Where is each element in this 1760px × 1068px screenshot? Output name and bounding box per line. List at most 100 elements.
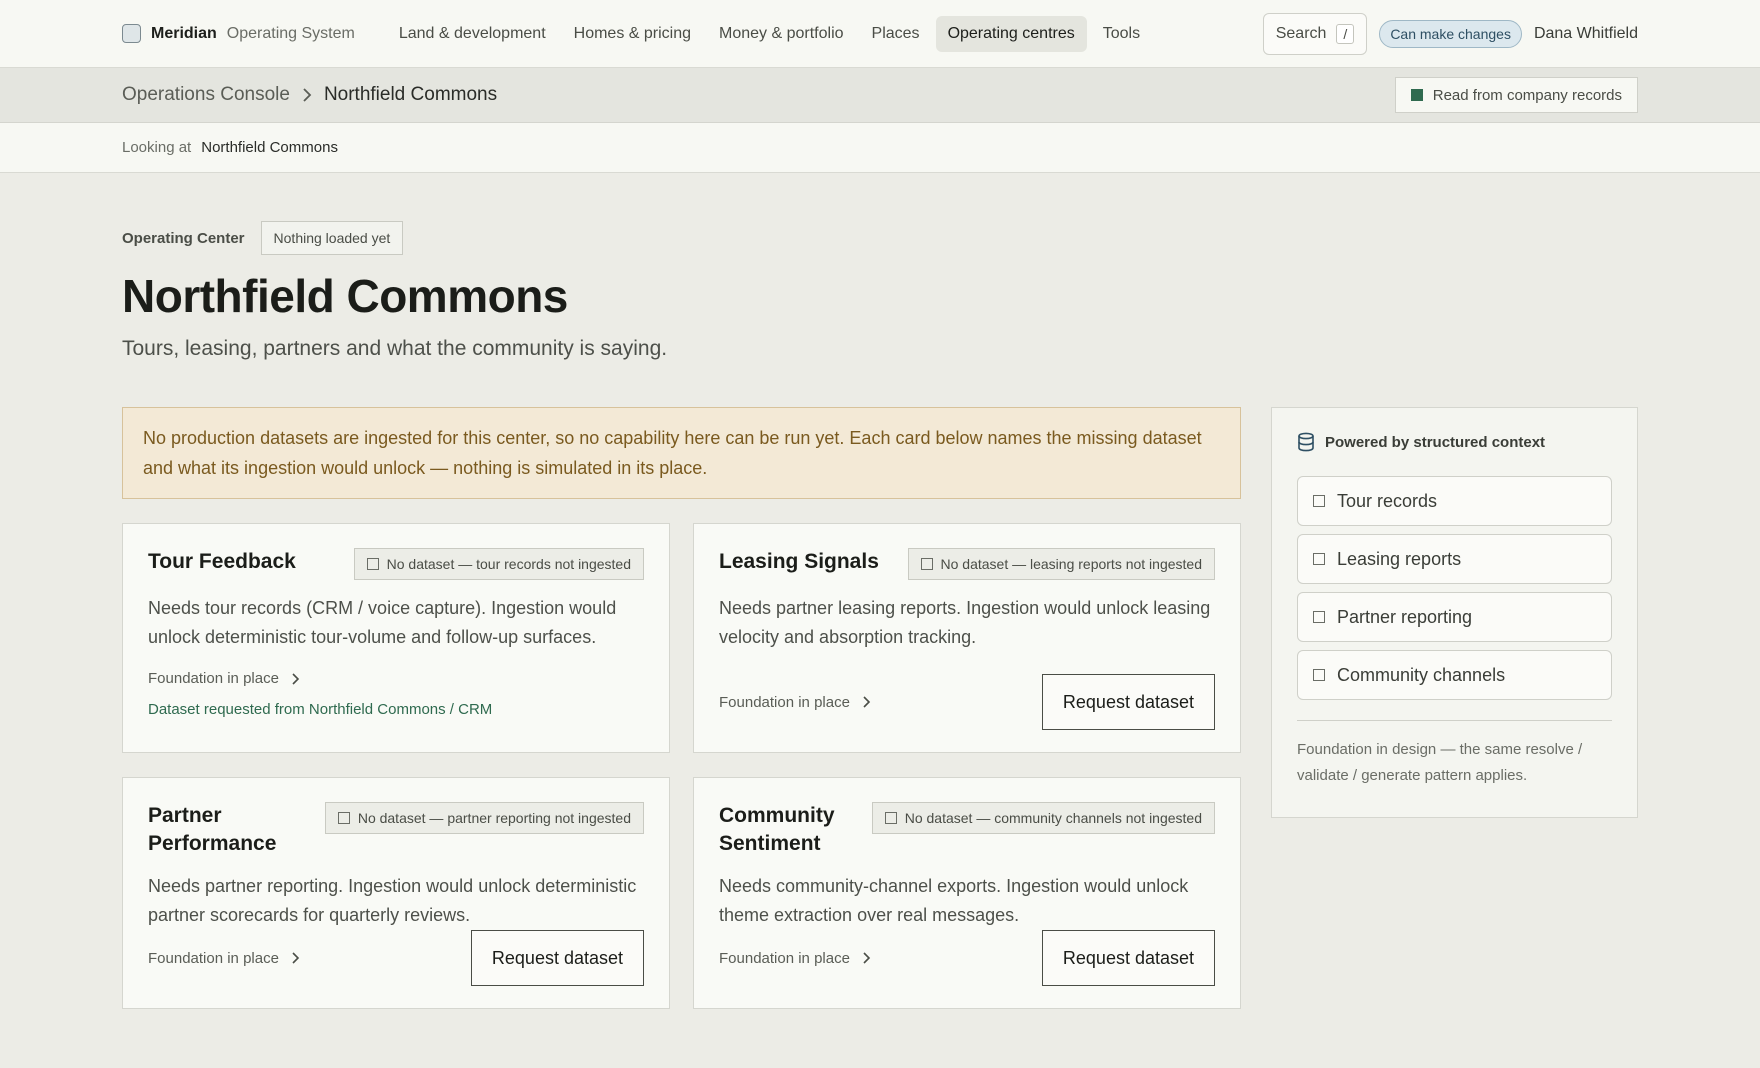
checkbox-icon	[1313, 495, 1325, 507]
checkbox-icon	[1313, 553, 1325, 565]
dataset-requested-note: Dataset requested from Northfield Common…	[148, 701, 493, 718]
top-right-controls: Search / Can make changes Dana Whitfield	[1262, 12, 1638, 55]
main-nav: Land & development Homes & pricing Money…	[387, 15, 1152, 52]
foundation-link[interactable]: Foundation in place	[148, 670, 644, 687]
dataset-status-chip: No dataset — partner reporting not inges…	[324, 802, 644, 834]
dataset-status-chip: No dataset — leasing reports not ingeste…	[907, 548, 1215, 580]
panel-header: Powered by structured context	[1297, 432, 1612, 452]
brand[interactable]: Meridian Operating System	[122, 24, 355, 43]
checkbox-icon	[366, 558, 379, 570]
breadcrumb-current: Northfield Commons	[323, 84, 498, 105]
dataset-status-label: No dataset — partner reporting not inges…	[357, 810, 631, 826]
context-source-label: Tour records	[1337, 490, 1438, 511]
foundation-link[interactable]: Foundation in place	[719, 950, 871, 967]
card-description: Needs tour records (CRM / voice capture)…	[148, 598, 617, 647]
checkbox-icon	[920, 558, 933, 570]
request-dataset-button[interactable]: Request dataset	[1041, 674, 1215, 730]
load-status-chip: Nothing loaded yet	[260, 221, 404, 255]
card-title: Community Sentiment	[719, 804, 835, 855]
search-label: Search	[1275, 24, 1327, 42]
chevron-right-icon	[863, 952, 871, 964]
card-footer: Foundation in place Request dataset	[719, 674, 1215, 730]
user-menu[interactable]: Dana Whitfield	[1534, 25, 1638, 43]
dataset-status-label: No dataset — leasing reports not ingeste…	[940, 556, 1203, 572]
card-title: Tour Feedback	[148, 550, 296, 573]
checkbox-icon	[1313, 669, 1325, 681]
card-leasing-signals: Leasing Signals No dataset — leasing rep…	[693, 523, 1241, 753]
nav-item-land[interactable]: Land & development	[387, 16, 558, 52]
card-header: Community Sentiment No dataset — communi…	[719, 802, 1215, 858]
no-data-notice: No production datasets are ingested for …	[122, 407, 1241, 499]
context-bar: Looking at Northfield Commons	[0, 123, 1760, 173]
chevron-right-icon	[863, 696, 871, 708]
page-subtitle: Tours, leasing, partners and what the co…	[122, 337, 668, 360]
checkbox-icon	[884, 812, 897, 824]
source-indicator: Read from company records	[1394, 77, 1638, 113]
brand-subtitle: Operating System	[226, 24, 355, 42]
context-label: Looking at	[122, 139, 192, 156]
content-layout: No production datasets are ingested for …	[122, 407, 1638, 1009]
database-icon	[1298, 432, 1314, 452]
card-header: Partner Performance No dataset — partner…	[148, 802, 644, 858]
dataset-status-label: No dataset — community channels not inge…	[904, 810, 1202, 826]
card-description: Needs partner reporting. Ingestion would…	[148, 876, 637, 925]
card-partner-performance: Partner Performance No dataset — partner…	[122, 777, 670, 1009]
dataset-status-chip: No dataset — community channels not inge…	[871, 802, 1215, 834]
nav-item-money[interactable]: Money & portfolio	[707, 16, 856, 52]
checkbox-icon	[337, 812, 350, 824]
page-title: Northfield Commons	[122, 270, 568, 322]
foundation-label: Foundation in place	[719, 949, 850, 967]
breadcrumb: Operations Console Northfield Commons Re…	[0, 68, 1760, 123]
context-source-tour-records[interactable]: Tour records	[1297, 476, 1612, 526]
foundation-label: Foundation in place	[719, 693, 850, 711]
card-tour-feedback: Tour Feedback No dataset — tour records …	[122, 523, 670, 753]
chevron-right-icon	[292, 672, 300, 685]
nav-item-operating-centres[interactable]: Operating centres	[935, 15, 1087, 52]
context-source-leasing-reports[interactable]: Leasing reports	[1297, 534, 1612, 584]
foundation-link[interactable]: Foundation in place	[148, 950, 300, 967]
dataset-status-chip: No dataset — tour records not ingested	[353, 548, 644, 580]
main-content: Operating Center Nothing loaded yet Nort…	[0, 221, 1760, 1009]
context-value: Northfield Commons	[201, 139, 338, 156]
context-source-label: Partner reporting	[1337, 606, 1473, 627]
request-dataset-button[interactable]: Request dataset	[470, 930, 644, 986]
top-nav: Meridian Operating System Land & develop…	[0, 0, 1760, 68]
context-source-community-channels[interactable]: Community channels	[1297, 650, 1612, 700]
card-title: Leasing Signals	[719, 550, 879, 573]
source-label: Read from company records	[1432, 86, 1622, 104]
structured-context-panel: Powered by structured context Tour recor…	[1271, 407, 1638, 818]
search-button[interactable]: Search /	[1262, 12, 1368, 55]
context-source-list: Tour records Leasing reports Partner rep…	[1297, 476, 1612, 700]
checkbox-icon	[1313, 611, 1325, 623]
foundation-label: Foundation in place	[148, 670, 279, 687]
permission-badge: Can make changes	[1379, 19, 1522, 48]
capabilities-column: No production datasets are ingested for …	[122, 407, 1241, 1009]
brand-logo-icon	[122, 24, 141, 43]
brand-name: Meridian	[151, 24, 217, 42]
foundation-link[interactable]: Foundation in place	[719, 694, 871, 711]
panel-title: Powered by structured context	[1325, 433, 1546, 451]
source-status-icon	[1410, 89, 1423, 101]
nav-item-homes[interactable]: Homes & pricing	[562, 16, 703, 52]
chevron-right-icon	[292, 952, 300, 964]
capability-grid: Tour Feedback No dataset — tour records …	[122, 523, 1241, 1009]
context-source-partner-reporting[interactable]: Partner reporting	[1297, 592, 1612, 642]
page-eyebrow-row: Operating Center Nothing loaded yet	[122, 221, 1638, 255]
card-community-sentiment: Community Sentiment No dataset — communi…	[693, 777, 1241, 1009]
card-description: Needs community-channel exports. Ingesti…	[719, 876, 1189, 925]
nav-item-tools[interactable]: Tools	[1091, 16, 1152, 52]
panel-note: Foundation in design — the same resolve …	[1297, 741, 1583, 784]
dataset-status-label: No dataset — tour records not ingested	[386, 556, 631, 572]
chevron-right-icon	[302, 87, 312, 103]
card-header: Tour Feedback No dataset — tour records …	[148, 548, 644, 580]
context-source-label: Leasing reports	[1337, 548, 1462, 569]
page-eyebrow: Operating Center	[122, 229, 245, 247]
search-shortcut: /	[1336, 23, 1355, 44]
request-dataset-button[interactable]: Request dataset	[1041, 930, 1215, 986]
card-footer: Foundation in place Request dataset	[719, 930, 1215, 986]
foundation-label: Foundation in place	[148, 949, 279, 967]
context-sidebar: Powered by structured context Tour recor…	[1271, 407, 1638, 1009]
breadcrumb-root[interactable]: Operations Console	[122, 84, 290, 106]
card-title: Partner Performance	[148, 804, 277, 855]
nav-item-places[interactable]: Places	[860, 16, 932, 52]
